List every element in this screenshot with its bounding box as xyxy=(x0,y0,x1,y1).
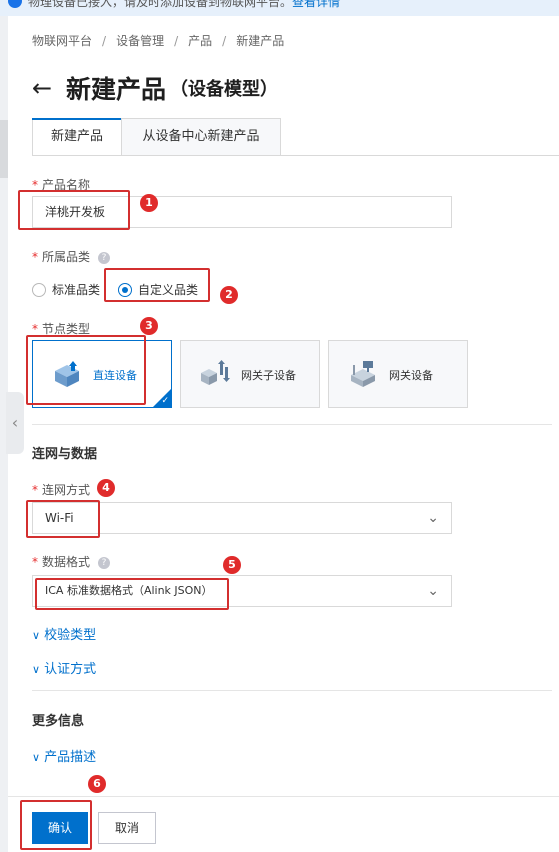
annotation-number-5: 5 xyxy=(223,556,241,574)
breadcrumb-item-new-product: 新建产品 xyxy=(236,34,285,48)
banner-message: 物理设备已接入，请及时添加设备到物联网平台。 xyxy=(28,0,293,9)
node-card-label: 网关设备 xyxy=(389,369,433,382)
info-icon xyxy=(8,0,22,8)
data-format-label: * 数据格式? xyxy=(32,553,111,570)
check-icon: ✓ xyxy=(161,396,169,406)
verify-type-label: 校验类型 xyxy=(44,628,97,643)
chevron-down-icon[interactable]: ⌄ xyxy=(427,503,439,533)
help-icon[interactable]: ? xyxy=(98,251,111,264)
more-info-section-title: 更多信息 xyxy=(32,714,85,729)
breadcrumb-item-product[interactable]: 产品 xyxy=(188,34,212,48)
node-card-gateway-device[interactable]: 网关设备 xyxy=(328,340,468,408)
radio-standard-category[interactable]: 标准品类 xyxy=(32,281,100,298)
product-desc-toggle[interactable]: ∨ 产品描述 xyxy=(32,746,96,765)
banner-link[interactable]: 查看详情 xyxy=(292,0,340,9)
network-method-label-text: 连网方式 xyxy=(42,483,91,497)
annotation-box-5 xyxy=(35,578,229,610)
network-method-label: * 连网方式 xyxy=(32,481,90,498)
annotation-number-4: 4 xyxy=(97,479,115,497)
page-title-row: ← 新建产品 （设备模型） xyxy=(32,70,278,106)
category-label-text: 所属品类 xyxy=(42,250,91,264)
required-mark: * xyxy=(32,250,38,264)
page-title: 新建产品 xyxy=(66,75,167,104)
section-divider xyxy=(32,424,552,425)
chevron-down-icon[interactable]: ⌄ xyxy=(427,576,439,606)
page-subtitle: （设备模型） xyxy=(170,79,279,100)
breadcrumb-item-device-management[interactable]: 设备管理 xyxy=(116,34,164,48)
breadcrumb: 物联网平台 / 设备管理 / 产品 / 新建产品 xyxy=(32,32,284,49)
annotation-box-4 xyxy=(26,500,100,538)
breadcrumb-separator: / xyxy=(174,34,179,48)
sidebar-active-marker xyxy=(0,120,8,178)
section-divider xyxy=(32,690,552,691)
radio-button-icon[interactable] xyxy=(32,282,46,297)
annotation-box-6 xyxy=(20,800,92,850)
verify-type-toggle[interactable]: ∨ 校验类型 xyxy=(32,624,96,643)
cancel-button[interactable]: 取消 xyxy=(98,812,156,844)
radio-label: 标准品类 xyxy=(52,283,101,297)
node-card-label: 网关子设备 xyxy=(241,369,296,382)
chevron-down-icon: ∨ xyxy=(32,751,41,764)
annotation-box-1 xyxy=(18,190,130,230)
gateway-device-icon xyxy=(351,361,375,387)
breadcrumb-separator: / xyxy=(222,34,227,48)
auth-method-toggle[interactable]: ∨ 认证方式 xyxy=(32,658,96,677)
required-mark: * xyxy=(32,322,38,336)
annotation-box-2 xyxy=(104,268,210,302)
node-card-gateway-subdevice[interactable]: 网关子设备 xyxy=(180,340,320,408)
back-arrow-icon[interactable]: ← xyxy=(32,74,60,102)
gateway-subdevice-icon xyxy=(201,360,230,385)
category-label: * 所属品类? xyxy=(32,248,111,265)
breadcrumb-separator: / xyxy=(102,34,107,48)
breadcrumb-item-iot-platform[interactable]: 物联网平台 xyxy=(32,34,92,48)
tabs-divider xyxy=(32,155,559,156)
annotation-number-2: 2 xyxy=(220,286,238,304)
annotation-number-1: 1 xyxy=(140,194,158,212)
product-desc-label: 产品描述 xyxy=(44,750,97,765)
network-section-title: 连网与数据 xyxy=(32,447,98,462)
help-icon[interactable]: ? xyxy=(98,556,111,569)
node-type-label-text: 节点类型 xyxy=(42,322,91,336)
chevron-down-icon: ∨ xyxy=(32,663,41,676)
auth-method-label: 认证方式 xyxy=(44,662,97,677)
annotation-number-3: 3 xyxy=(140,317,158,335)
banner-text: 物理设备已接入，请及时添加设备到物联网平台。查看详情 xyxy=(28,0,340,10)
required-mark: * xyxy=(32,483,38,497)
sidebar-collapse-handle[interactable]: ‹ xyxy=(6,392,24,454)
tab-new-from-device-center[interactable]: 从设备中心新建产品 xyxy=(121,118,281,156)
required-mark: * xyxy=(32,555,38,569)
chevron-down-icon: ∨ xyxy=(32,629,41,642)
annotation-number-6: 6 xyxy=(88,775,106,793)
data-format-label-text: 数据格式 xyxy=(42,555,91,569)
annotation-box-3 xyxy=(26,335,146,405)
tab-new-product[interactable]: 新建产品 xyxy=(32,118,122,156)
info-banner: 物理设备已接入，请及时添加设备到物联网平台。查看详情 xyxy=(0,0,559,16)
